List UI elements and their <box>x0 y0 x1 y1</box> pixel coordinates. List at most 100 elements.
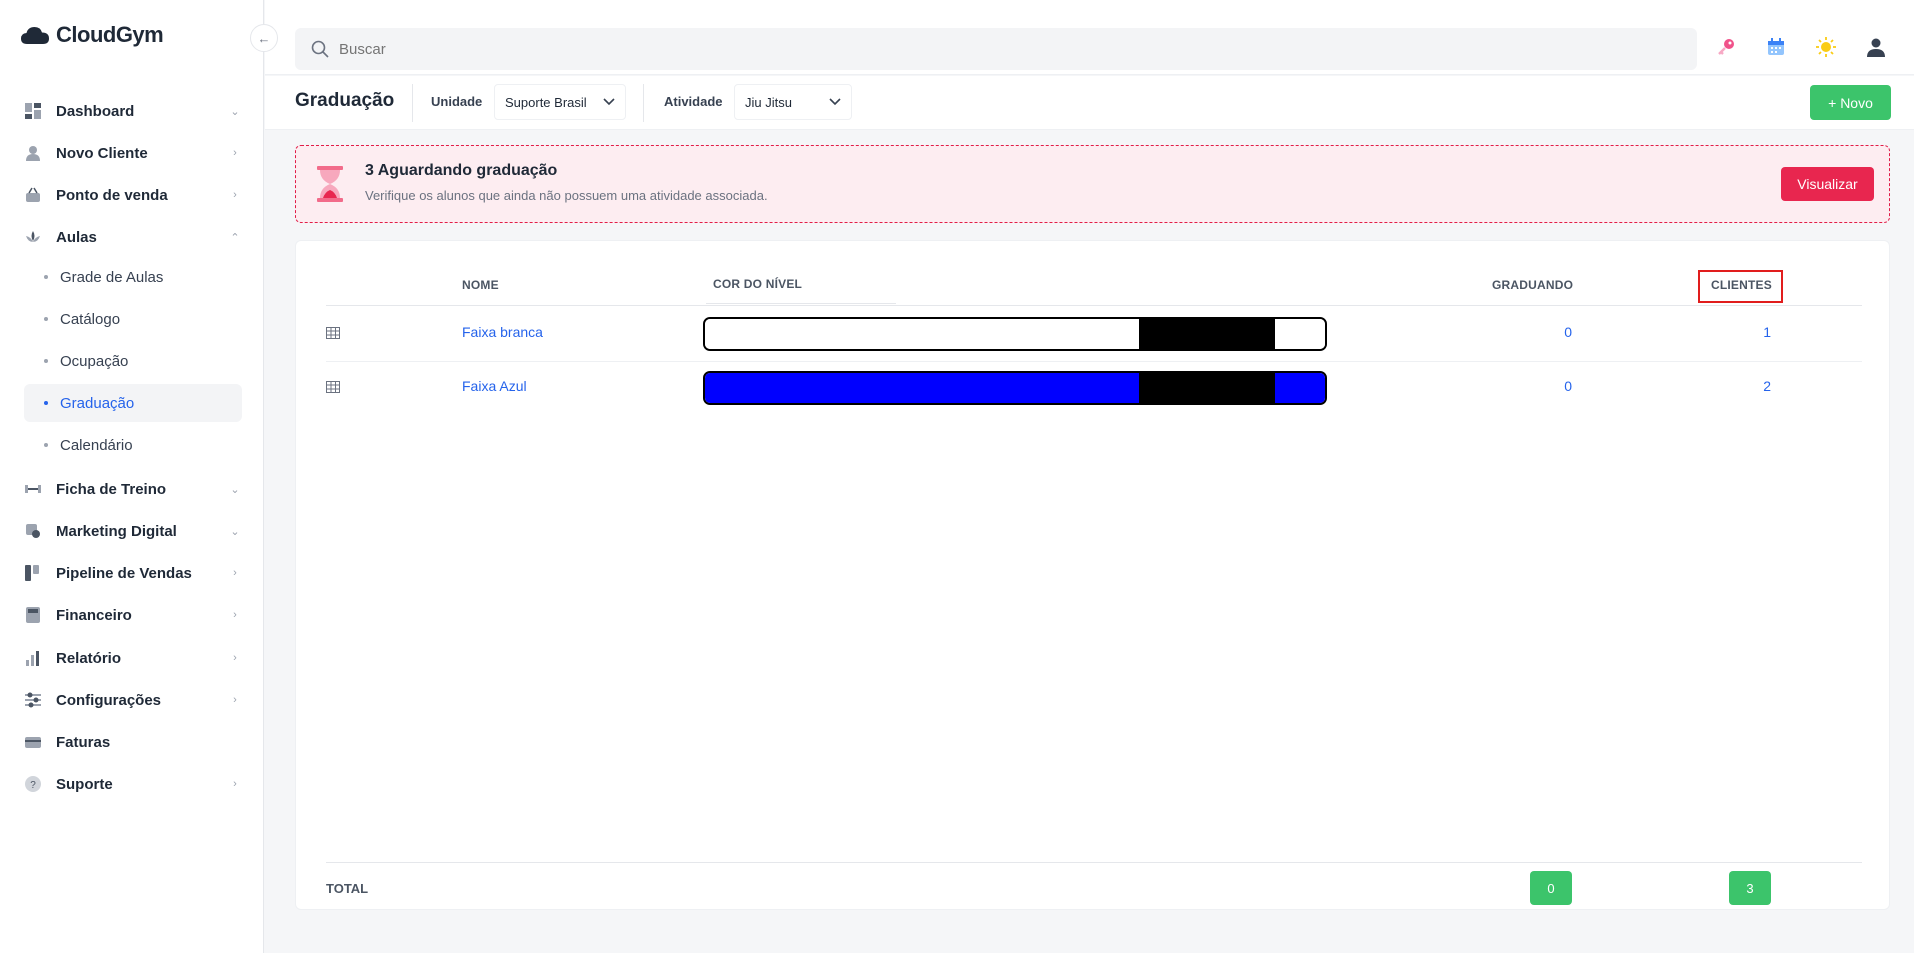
sidebar-subitem-ocupacao[interactable]: Ocupação <box>24 342 242 380</box>
sidebar-item-label: Ficha de Treino <box>56 480 167 498</box>
pipeline-icon <box>24 564 42 582</box>
chevron-right-icon: › <box>233 694 237 706</box>
sidebar-item-label: Financeiro <box>56 606 132 624</box>
column-header-nome[interactable]: NOME <box>462 278 499 292</box>
chevron-right-icon: › <box>233 147 237 159</box>
table-grid-icon[interactable] <box>326 327 340 339</box>
top-bar <box>265 0 1914 75</box>
sidebar-item-label: Suporte <box>56 775 113 793</box>
sidebar-item-configuracoes[interactable]: Configurações › <box>24 685 242 715</box>
sun-icon[interactable] <box>1815 36 1837 58</box>
user-icon <box>24 144 42 162</box>
app-logo[interactable]: CloudGym <box>20 22 164 48</box>
sidebar-subitem-catalogo[interactable]: Catálogo <box>24 300 242 338</box>
graduando-count[interactable]: 0 <box>1532 378 1572 394</box>
bullet-icon <box>44 359 48 363</box>
sidebar-item-dashboard[interactable]: Dashboard ⌄ <box>24 96 242 126</box>
chevron-right-icon: › <box>233 778 237 790</box>
divider <box>706 303 896 304</box>
basket-icon <box>24 186 42 204</box>
belt-end-color <box>1275 319 1325 349</box>
credit-card-icon <box>24 733 42 751</box>
belt-main-color <box>705 373 1139 403</box>
unidade-value: Suporte Brasil <box>505 94 587 110</box>
row-name-link[interactable]: Faixa branca <box>462 324 543 340</box>
dashboard-icon <box>24 102 42 120</box>
page-title: Graduação <box>295 90 395 111</box>
sidebar-item-ficha-de-treino[interactable]: Ficha de Treino ⌄ <box>24 474 242 504</box>
calendar-icon[interactable] <box>1765 36 1787 58</box>
marketing-icon <box>24 522 42 540</box>
chevron-right-icon: › <box>233 652 237 664</box>
divider <box>326 361 1862 362</box>
bar-chart-icon <box>24 649 42 667</box>
bullet-icon <box>44 317 48 321</box>
sidebar: CloudGym Dashboard ⌄ Novo Cliente › Pont… <box>0 0 264 953</box>
chevron-right-icon: › <box>233 189 237 201</box>
sidebar-subitem-label: Catálogo <box>60 310 121 328</box>
unidade-select[interactable]: Suporte Brasil <box>494 84 626 120</box>
belt-tip-color <box>1139 319 1275 349</box>
sidebar-subitem-label: Graduação <box>60 394 135 412</box>
belt-color-bar <box>703 371 1327 405</box>
sidebar-subitem-label: Calendário <box>60 436 133 454</box>
sidebar-item-label: Novo Cliente <box>56 144 148 162</box>
clientes-count[interactable]: 1 <box>1731 324 1771 340</box>
clientes-count[interactable]: 2 <box>1731 378 1771 394</box>
visualizar-button[interactable]: Visualizar <box>1781 167 1874 201</box>
atividade-select[interactable]: Jiu Jitsu <box>734 84 852 120</box>
dumbbell-icon <box>24 480 42 498</box>
sidebar-item-label: Ponto de venda <box>56 186 168 204</box>
sidebar-item-label: Pipeline de Vendas <box>56 564 192 582</box>
belt-end-color <box>1275 373 1325 403</box>
chevron-down-icon <box>829 98 841 106</box>
belt-main-color <box>705 319 1139 349</box>
table-grid-icon[interactable] <box>326 381 340 393</box>
total-label: TOTAL <box>326 881 369 896</box>
svg-text:?: ? <box>30 780 36 791</box>
row-name-link[interactable]: Faixa Azul <box>462 378 527 394</box>
belt-tip-color <box>1139 373 1275 403</box>
cloud-logo-icon <box>21 27 49 44</box>
sidebar-subitem-graduacao[interactable]: Graduação <box>24 384 242 422</box>
sidebar-item-suporte[interactable]: ? Suporte › <box>24 769 242 799</box>
graduation-table: NOME COR DO NÍVEL GRADUANDO CLIENTES Fai… <box>295 240 1890 910</box>
bullet-icon <box>44 275 48 279</box>
sidebar-item-relatorio[interactable]: Relatório › <box>24 643 242 673</box>
search-box[interactable] <box>295 28 1697 70</box>
key-icon[interactable] <box>1715 36 1737 58</box>
atividade-value: Jiu Jitsu <box>745 94 792 110</box>
clientes-highlight <box>1698 270 1783 303</box>
graduando-count[interactable]: 0 <box>1532 324 1572 340</box>
novo-button[interactable]: + Novo <box>1810 85 1891 120</box>
pending-graduation-alert: 3 Aguardando graduação Verifique os alun… <box>295 145 1890 223</box>
sidebar-item-label: Configurações <box>56 691 162 709</box>
search-input[interactable] <box>339 40 1639 58</box>
sidebar-subitem-grade-de-aulas[interactable]: Grade de Aulas <box>24 258 242 296</box>
alert-subtitle: Verifique os alunos que ainda não possue… <box>365 188 768 203</box>
app-name: CloudGym <box>56 22 164 47</box>
alert-title: 3 Aguardando graduação <box>365 162 558 179</box>
total-clientes-badge: 3 <box>1729 871 1771 905</box>
atividade-label: Atividade <box>664 94 723 109</box>
user-avatar-icon[interactable] <box>1865 36 1887 58</box>
sidebar-item-ponto-de-venda[interactable]: Ponto de venda › <box>24 180 242 210</box>
collapse-sidebar-button[interactable]: ← <box>250 24 278 52</box>
calculator-icon <box>24 606 42 624</box>
page-toolbar: Graduação Unidade Suporte Brasil Ativida… <box>265 76 1914 130</box>
top-actions <box>1715 36 1887 58</box>
sidebar-item-label: Faturas <box>56 733 111 751</box>
sidebar-item-financeiro[interactable]: Financeiro › <box>24 600 242 630</box>
column-header-graduando[interactable]: GRADUANDO <box>1492 278 1573 292</box>
arrow-left-icon: ← <box>257 30 271 46</box>
column-header-cor[interactable]: COR DO NÍVEL <box>713 277 802 291</box>
sidebar-item-faturas[interactable]: Faturas <box>24 727 242 757</box>
sidebar-item-aulas[interactable]: Aulas ⌃ <box>24 222 242 252</box>
bullet-icon <box>44 401 48 405</box>
sidebar-item-novo-cliente[interactable]: Novo Cliente › <box>24 138 242 168</box>
sidebar-subitem-calendario[interactable]: Calendário <box>24 426 242 464</box>
sidebar-item-pipeline-de-vendas[interactable]: Pipeline de Vendas › <box>24 558 242 588</box>
chevron-down-icon <box>603 98 615 106</box>
sidebar-item-marketing-digital[interactable]: Marketing Digital ⌄ <box>24 516 242 546</box>
divider <box>643 84 644 122</box>
